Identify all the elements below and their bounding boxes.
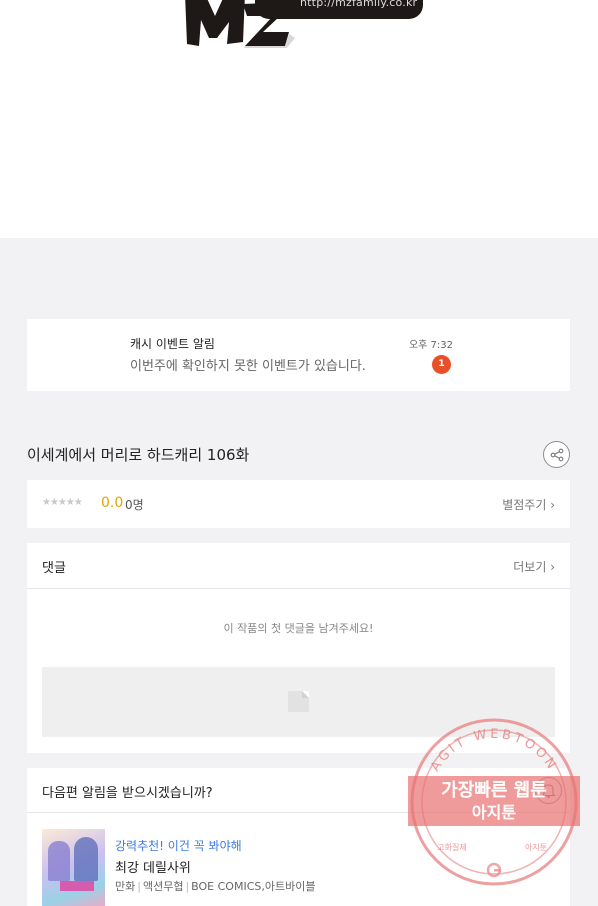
watermark-stamp: AGIT WEBTOON 가장빠른 웹툰 아지툰 고화질제 아지툰 bbox=[408, 718, 580, 886]
recommend-title[interactable]: 최강 데릴사위 bbox=[115, 857, 191, 876]
recommend-genre: 액션무협 bbox=[142, 880, 184, 893]
share-icon bbox=[550, 448, 564, 462]
recommend-meta: 만화 | 액션무협 | BOE COMICS,아트바이블 bbox=[115, 878, 315, 894]
episode-title: 이세계에서 머리로 하드캐리 106화 bbox=[27, 446, 250, 464]
notice-time: 오후 7:32 bbox=[408, 340, 453, 351]
notice-title: 캐시 이벤트 알림 bbox=[130, 337, 215, 351]
watermark-bottom-right: 아지툰 bbox=[525, 842, 547, 852]
recommend-tagline[interactable]: 강력추천! 이건 꼭 봐야해 bbox=[115, 837, 242, 854]
rating-stars: ★★★★★ bbox=[42, 497, 83, 508]
watermark-name: 아지툰 bbox=[472, 803, 516, 822]
cash-event-notice[interactable]: 캐시 이벤트 알림 이번주에 확인하지 못한 이벤트가 있습니다. 오후 7:3… bbox=[27, 319, 570, 391]
recommend-publisher: BOE COMICS,아트바이블 bbox=[191, 880, 316, 893]
comments-header: 댓글 더보기 › bbox=[27, 543, 570, 589]
share-button[interactable] bbox=[543, 441, 570, 468]
alarm-title: 다음편 알림을 받으시겠습니까? bbox=[42, 786, 213, 801]
thumbnail-title-strip bbox=[60, 881, 94, 891]
comments-empty-message: 이 작품의 첫 댓글을 남겨주세요! bbox=[223, 622, 374, 635]
watermark-headline: 가장빠른 웹툰 bbox=[441, 780, 547, 801]
comments-title: 댓글 bbox=[42, 561, 66, 576]
rating-bar: ★★★★★ 0.0 0명 별점주기 › bbox=[27, 480, 570, 528]
rating-count: 0명 bbox=[125, 498, 144, 512]
meta-divider: | bbox=[185, 880, 190, 893]
recommend-category: 만화 bbox=[115, 880, 136, 893]
banner-url: http://mzfamily.co.kr bbox=[300, 0, 418, 9]
rating-score: 0.0 bbox=[101, 495, 124, 511]
thumbnail-figure-left bbox=[48, 841, 70, 881]
image-placeholder-icon bbox=[288, 691, 309, 712]
top-content-area: http://mzfamily.co.kr bbox=[0, 0, 598, 238]
meta-divider: | bbox=[137, 880, 141, 893]
watermark-bottom-left: 고화질제 bbox=[437, 843, 466, 852]
recommend-thumbnail[interactable] bbox=[42, 829, 105, 906]
notice-message: 이번주에 확인하지 못한 이벤트가 있습니다. bbox=[130, 359, 366, 374]
thumbnail-figure-right bbox=[74, 837, 98, 881]
rate-button[interactable]: 별점주기 › bbox=[502, 496, 555, 513]
notice-count-badge: 1 bbox=[432, 355, 451, 374]
comments-more-button[interactable]: 더보기 › bbox=[513, 558, 555, 575]
